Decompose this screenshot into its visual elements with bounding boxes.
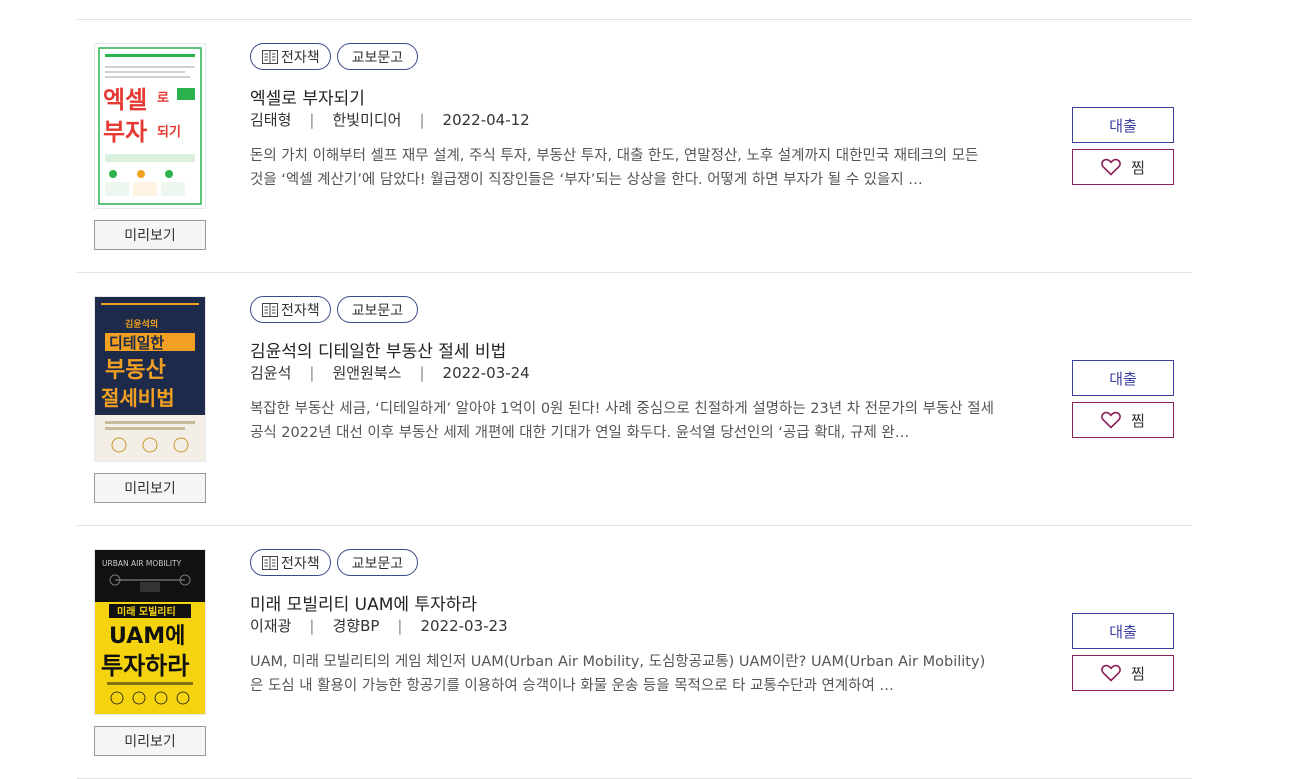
cover-title-line1: UAM에 [109, 624, 185, 649]
meta-separator: | [397, 616, 403, 635]
cover-title-line2: 부동산 [105, 358, 166, 383]
book-list: 엑셀 로 부자 되기 미리보기 전자책 교보문고 엑셀로 부자되기 김태형 | … [77, 19, 1192, 779]
like-button[interactable]: 찜 [1072, 402, 1174, 438]
ebook-tag: 전자책 [250, 549, 331, 576]
cover-title-line2b: 되기 [157, 124, 181, 140]
heart-icon [1101, 158, 1121, 176]
list-item: URBAN AIR MOBILITY 미래 모빌리티 UAM에 투자하라 미리보… [77, 526, 1192, 779]
list-item: 엑셀 로 부자 되기 미리보기 전자책 교보문고 엑셀로 부자되기 김태형 | … [77, 20, 1192, 273]
like-button-label: 찜 [1131, 158, 1145, 177]
cover-title-line0: 김윤석의 [125, 318, 158, 330]
book-description: UAM, 미래 모빌리티의 게임 체인저 UAM(Urban Air Mobil… [250, 650, 995, 698]
book-cover-image: 김윤석의 디테일한 부동산 절세비법 [95, 297, 205, 461]
book-icon [262, 302, 278, 317]
like-button[interactable]: 찜 [1072, 149, 1174, 185]
book-title[interactable]: 미래 모빌리티 UAM에 투자하라 [250, 590, 477, 615]
publisher-tag: 교보문고 [336, 43, 419, 70]
list-item: 김윤석의 디테일한 부동산 절세비법 미리보기 전자책 교보문고 김윤석의 디테… [77, 273, 1192, 526]
cover-title-line0: 미래 모빌리티 [117, 605, 176, 618]
ebook-tag: 전자책 [250, 43, 331, 70]
tag-group: 전자책 교보문고 [250, 296, 419, 323]
heart-icon [1101, 411, 1121, 429]
cover-title-line2: 부자 [103, 118, 147, 146]
cover-title-line1b: 로 [157, 91, 169, 106]
book-publisher: 경향BP [332, 617, 380, 635]
ebook-tag-label: 전자책 [281, 302, 320, 319]
like-button-label: 찜 [1131, 664, 1145, 683]
ebook-tag-label: 전자책 [281, 49, 320, 66]
heart-icon [1101, 664, 1121, 682]
preview-button[interactable]: 미리보기 [94, 726, 206, 756]
loan-button[interactable]: 대출 [1072, 107, 1174, 143]
book-author: 이재광 [250, 617, 292, 635]
tag-group: 전자책 교보문고 [250, 43, 419, 70]
book-date: 2022-03-23 [420, 616, 508, 635]
like-button-label: 찜 [1131, 411, 1145, 430]
book-meta: 김태형 | 한빛미디어 | 2022-04-12 [250, 109, 530, 130]
meta-separator: | [309, 363, 315, 382]
cover-title-line1: 엑셀 [103, 86, 147, 114]
publisher-tag: 교보문고 [336, 296, 419, 323]
book-icon [262, 49, 278, 64]
meta-separator: | [309, 616, 315, 635]
loan-button[interactable]: 대출 [1072, 360, 1174, 396]
book-cover[interactable]: 엑셀 로 부자 되기 [94, 43, 206, 209]
loan-button[interactable]: 대출 [1072, 613, 1174, 649]
book-description: 복잡한 부동산 세금, ‘디테일하게’ 알아야 1억이 0원 된다! 사례 중심… [250, 397, 995, 445]
book-meta: 김윤석 | 원앤원북스 | 2022-03-24 [250, 362, 530, 383]
book-date: 2022-04-12 [442, 110, 530, 129]
cover-title-line3: 절세비법 [101, 386, 175, 410]
like-button[interactable]: 찜 [1072, 655, 1174, 691]
cover-title-line2: 투자하라 [101, 652, 189, 680]
book-author: 김윤석 [250, 364, 292, 382]
book-title[interactable]: 엑셀로 부자되기 [250, 84, 365, 109]
book-author: 김태형 [250, 111, 292, 129]
meta-separator: | [309, 110, 315, 129]
cover-title-line1: 디테일한 [109, 334, 164, 352]
cover-top-text: URBAN AIR MOBILITY [102, 559, 182, 568]
book-title[interactable]: 김윤석의 디테일한 부동산 절세 비법 [250, 337, 506, 362]
book-date: 2022-03-24 [442, 363, 530, 382]
book-meta: 이재광 | 경향BP | 2022-03-23 [250, 615, 508, 636]
tag-group: 전자책 교보문고 [250, 549, 419, 576]
ebook-tag: 전자책 [250, 296, 331, 323]
book-cover-image: 엑셀 로 부자 되기 [95, 44, 205, 208]
book-publisher: 한빛미디어 [332, 111, 402, 129]
meta-separator: | [419, 110, 425, 129]
preview-button[interactable]: 미리보기 [94, 220, 206, 250]
book-cover[interactable]: 김윤석의 디테일한 부동산 절세비법 [94, 296, 206, 462]
book-icon [262, 555, 278, 570]
preview-button[interactable]: 미리보기 [94, 473, 206, 503]
meta-separator: | [419, 363, 425, 382]
book-cover-image: URBAN AIR MOBILITY 미래 모빌리티 UAM에 투자하라 [95, 550, 205, 714]
book-description-text: 돈의 가치 이해부터 셀프 재무 설계, 주식 투자, 부동산 투자, 대출 한… [250, 148, 979, 188]
ebook-tag-label: 전자책 [281, 555, 320, 572]
publisher-tag: 교보문고 [336, 549, 419, 576]
book-description-text: UAM, 미래 모빌리티의 게임 체인저 UAM(Urban Air Mobil… [250, 654, 986, 694]
book-description-text: 복잡한 부동산 세금, ‘디테일하게’ 알아야 1억이 0원 된다! 사례 중심… [250, 401, 994, 441]
book-cover[interactable]: URBAN AIR MOBILITY 미래 모빌리티 UAM에 투자하라 [94, 549, 206, 715]
book-description: 돈의 가치 이해부터 셀프 재무 설계, 주식 투자, 부동산 투자, 대출 한… [250, 144, 995, 192]
book-publisher: 원앤원북스 [332, 364, 402, 382]
